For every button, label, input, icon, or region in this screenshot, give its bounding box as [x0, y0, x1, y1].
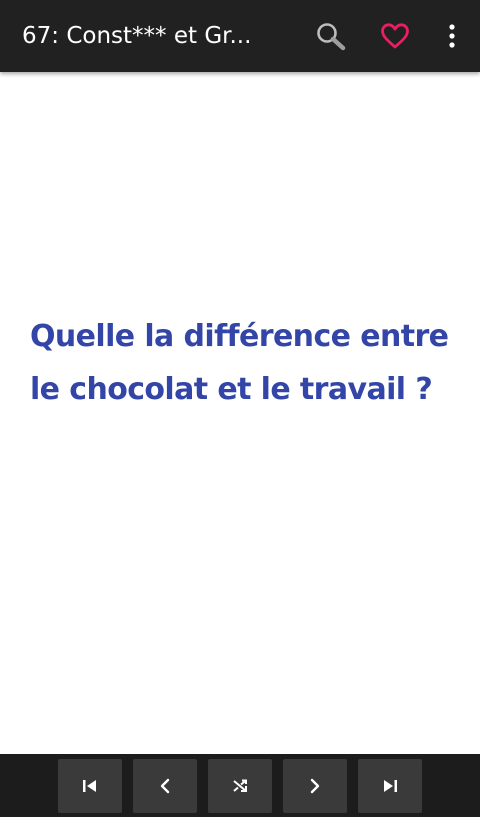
- last-button[interactable]: [358, 759, 422, 813]
- app-bar: 67: Const*** et Gr...: [0, 0, 480, 72]
- skip-next-icon: [381, 778, 399, 794]
- heart-outline-icon: [380, 22, 410, 50]
- shuffle-icon: [231, 778, 249, 794]
- search-button[interactable]: [309, 14, 353, 58]
- search-icon: [314, 21, 348, 51]
- more-options-button[interactable]: [430, 14, 474, 58]
- skip-previous-icon: [81, 778, 99, 794]
- first-button[interactable]: [58, 759, 122, 813]
- previous-button[interactable]: [133, 759, 197, 813]
- page-title: 67: Const*** et Gr...: [22, 23, 252, 49]
- bottom-navigation: [0, 754, 480, 817]
- random-button[interactable]: [208, 759, 272, 813]
- favorite-button[interactable]: [373, 14, 417, 58]
- joke-text: Quelle la différence entre le chocolat e…: [30, 319, 449, 407]
- joke-content: Quelle la différence entre le chocolat e…: [0, 72, 480, 754]
- more-vert-icon: [448, 23, 456, 49]
- next-button[interactable]: [283, 759, 347, 813]
- chevron-right-icon: [308, 778, 322, 794]
- chevron-left-icon: [158, 778, 172, 794]
